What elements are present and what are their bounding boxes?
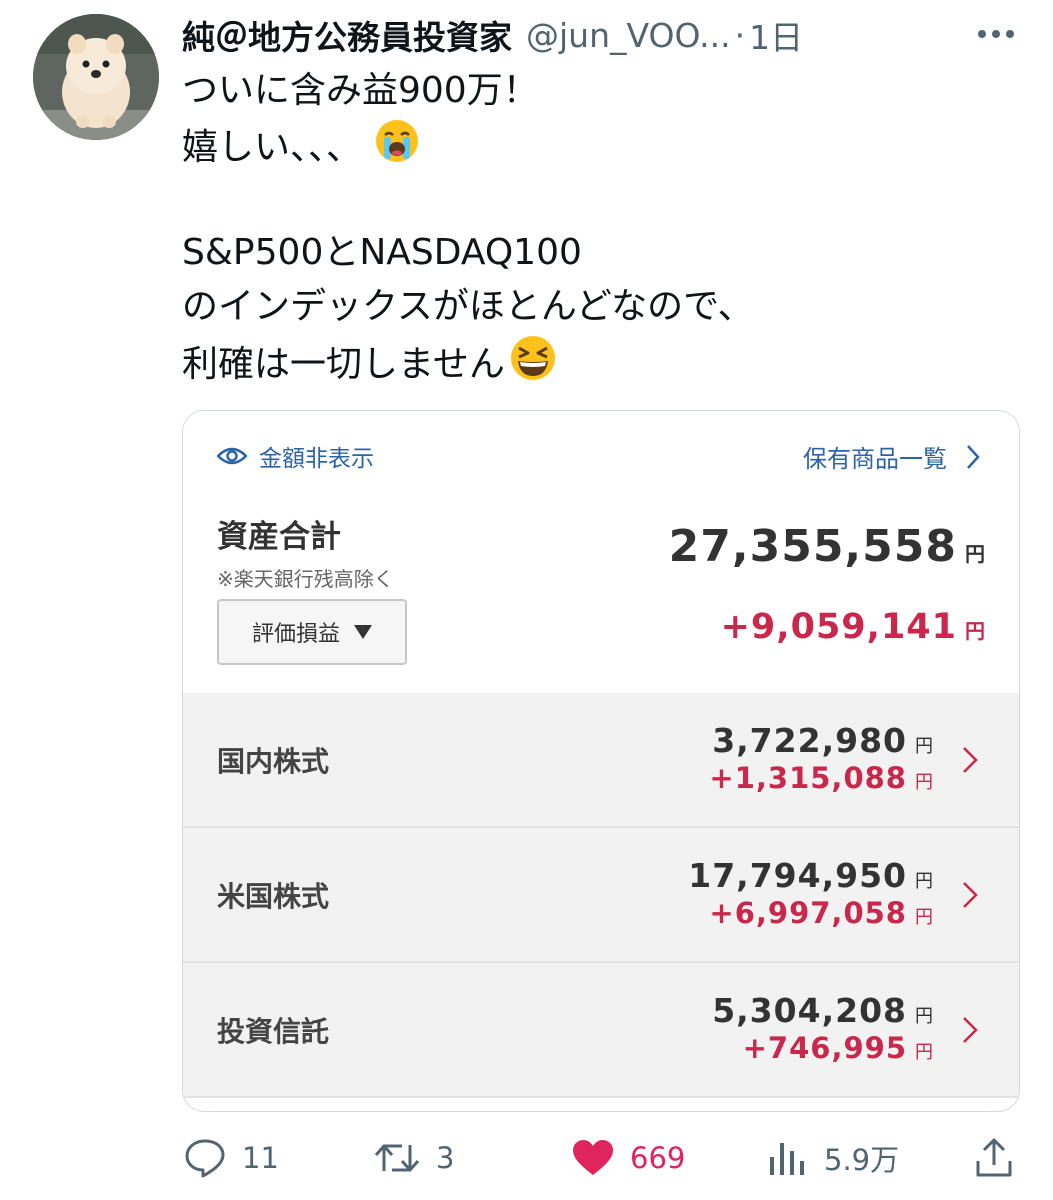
chevron-right-icon [961,745,979,775]
gain-mode-selected: 評価損益 [251,622,340,647]
asset-row-values: 5,304,208 円 +746,995 円 [712,991,933,1071]
tweet-line: ついに含み益900万！ [182,70,539,111]
like-button[interactable]: 669 [570,1130,685,1186]
yen-unit: 円 [915,907,933,928]
asset-row-label: 米国株式 [217,879,330,913]
reply-count: 11 [242,1141,279,1175]
gain-mode-select[interactable]: 評価損益 [217,599,407,665]
holdings-list-link[interactable]: 保有商品一覧 [803,439,981,474]
total-assets-value: 27,355,558 円 [669,521,985,572]
holdings-link-label: 保有商品一覧 [803,445,947,473]
asset-row-label: 国内株式 [217,744,330,778]
tweet-body: ついに含み益900万！ 嬉しい、、、 S&P500とNASDAQ100 のインデ… [182,64,1022,388]
caret-down-icon [354,625,372,639]
retweet-count: 3 [436,1141,455,1175]
total-gain: +9,059,141 [720,607,957,647]
chevron-right-icon [961,1015,979,1045]
grinning-squinting-face-icon [509,334,557,398]
reply-button[interactable]: 11 [182,1130,279,1186]
portfolio-summary: 金額非表示 保有商品一覧 資産合計 ※楽天銀行残高除く 27,355,558 円… [183,411,1019,693]
retweet-icon [374,1144,420,1172]
view-count: 5.9万 [824,1143,900,1177]
asset-row-values: 3,722,980 円 +1,315,088 円 [709,721,933,801]
asset-row-domestic-stocks[interactable]: 国内株式 3,722,980 円 +1,315,088 円 [183,693,1019,828]
user-handle[interactable]: @jun_VOO... [526,16,731,55]
more-options-icon[interactable] [968,14,1024,54]
heart-icon [573,1140,613,1175]
yen-unit: 円 [965,542,985,566]
tweet-time[interactable]: 1日 [749,11,803,59]
pomeranian-avatar-image [33,14,159,140]
asset-value: 3,722,980 [712,721,907,760]
reply-icon [185,1139,225,1178]
retweet-button[interactable]: 3 [372,1130,454,1186]
hide-amount-label: 金額非表示 [259,446,374,472]
asset-category-list: 国内株式 3,722,980 円 +1,315,088 円 米国株式 17,794,… [183,693,1019,1098]
yen-unit: 円 [915,1006,933,1027]
total-amount: 27,355,558 [668,521,957,572]
hide-amount-toggle[interactable]: 金額非表示 [216,439,374,473]
share-button[interactable] [972,1130,1030,1186]
total-gain-value: +9,059,141 円 [721,607,985,647]
loudly-crying-face-icon [374,118,420,180]
asset-gain: +6,997,058 [709,896,907,930]
chevron-right-icon [961,880,979,910]
yen-unit: 円 [915,1042,933,1063]
yen-unit: 円 [915,871,933,892]
yen-unit: 円 [915,772,933,793]
chevron-right-icon [965,443,981,471]
tweet-header: 純＠地方公務員投資家 @jun_VOO... · 1日 [182,10,1042,60]
views-chart-icon [770,1143,804,1175]
views-button[interactable]: 5.9万 [764,1130,899,1186]
asset-gain: +746,995 [742,1031,907,1065]
display-name[interactable]: 純＠地方公務員投資家 [182,11,512,59]
tweet-line: S&P500とNASDAQ100 [182,232,582,273]
tweet-line: のインデックスがほとんどなので、 [182,286,754,327]
header-separator: · [734,15,746,55]
eye-icon [216,445,248,467]
tweet-action-bar: 11 3 669 5.9万 [182,1130,1022,1186]
asset-value: 17,794,950 [688,856,907,895]
yen-unit: 円 [965,619,985,643]
avatar[interactable] [33,14,159,140]
asset-row-us-stocks[interactable]: 米国株式 17,794,950 円 +6,997,058 円 [183,828,1019,963]
asset-row-mutual-funds[interactable]: 投資信託 5,304,208 円 +746,995 円 [183,963,1019,1098]
tweet-line: 利確は一切しません [182,334,1022,388]
asset-value: 5,304,208 [712,991,907,1030]
total-assets-note: ※楽天銀行残高除く [217,567,394,591]
asset-row-label: 投資信託 [217,1014,330,1048]
asset-row-values: 17,794,950 円 +6,997,058 円 [688,856,933,936]
share-icon [976,1138,1012,1177]
like-count: 669 [630,1141,686,1175]
yen-unit: 円 [915,736,933,757]
asset-gain: +1,315,088 [709,761,907,795]
tweet-line: 嬉しい、、、 [182,118,1022,172]
total-assets-label: 資産合計 [217,519,341,555]
portfolio-screenshot-card[interactable]: 金額非表示 保有商品一覧 資産合計 ※楽天銀行残高除く 27,355,558 円… [182,410,1020,1112]
